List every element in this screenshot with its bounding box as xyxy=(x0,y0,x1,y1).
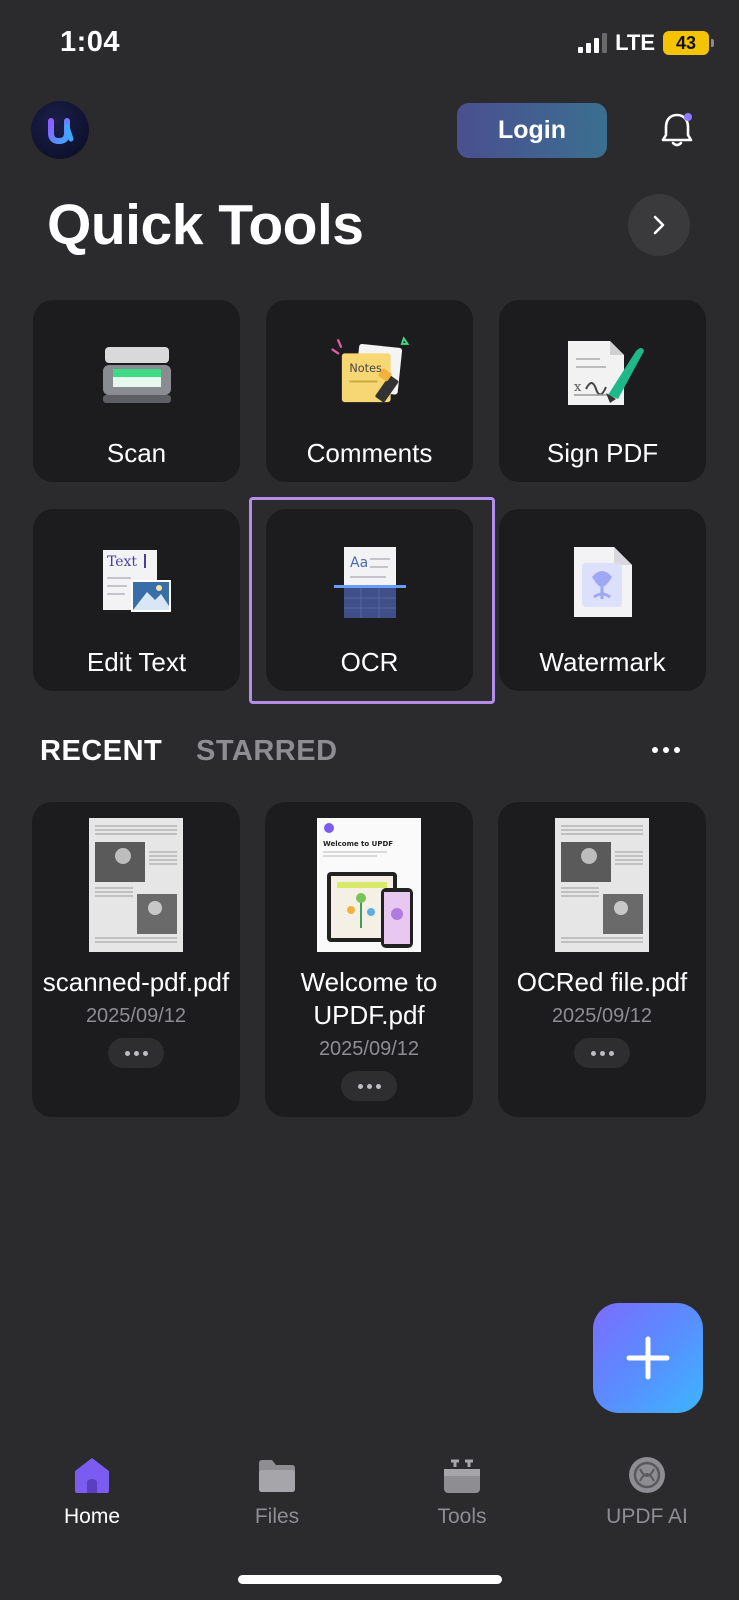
edit-text-icon-text: Text xyxy=(107,554,137,570)
tool-edit-text[interactable]: Text Edit Text xyxy=(33,509,240,691)
tool-sign-pdf[interactable]: x Sign PDF xyxy=(499,300,706,482)
recent-more-icon[interactable] xyxy=(652,740,682,760)
nav-label: Home xyxy=(63,1505,121,1528)
toolbox-icon xyxy=(444,1459,480,1493)
plus-icon xyxy=(626,1336,670,1380)
sticky-note-icon: Notes xyxy=(325,328,415,418)
signature-pen-icon: x xyxy=(558,328,648,418)
tab-recent[interactable]: RECENT xyxy=(40,735,162,768)
tool-comments[interactable]: Notes Comments xyxy=(266,300,473,482)
quick-tools-title: Quick Tools xyxy=(47,193,364,257)
file-thumbnail xyxy=(555,818,649,952)
file-name: Welcome to UPDF.pdf xyxy=(300,967,438,1030)
tool-label: Scan xyxy=(106,438,167,468)
home-icon xyxy=(75,1458,109,1493)
nav-tools[interactable]: Tools xyxy=(397,1455,527,1529)
file-more-icon[interactable] xyxy=(108,1038,164,1068)
quick-tools-more-button[interactable] xyxy=(628,194,690,256)
tool-scan[interactable]: Scan xyxy=(33,300,240,482)
network-label: LTE xyxy=(615,30,655,55)
nav-label: Files xyxy=(254,1505,300,1528)
file-card[interactable]: Welcome to UPDF Welcome to UPDF.pdf 2025… xyxy=(265,802,473,1117)
file-more-icon[interactable] xyxy=(341,1071,397,1101)
file-name: scanned-pdf.pdf xyxy=(42,967,230,997)
watermark-icon xyxy=(558,537,648,627)
tool-ocr[interactable]: Aa OCR xyxy=(266,509,473,691)
file-card[interactable]: scanned-pdf.pdf 2025/09/12 xyxy=(32,802,240,1117)
svg-text:x: x xyxy=(574,380,582,395)
tool-label: Watermark xyxy=(539,647,666,677)
updf-logo[interactable] xyxy=(31,101,89,159)
battery-icon: 43 xyxy=(663,31,714,55)
nav-updf-ai[interactable]: UPDF AI xyxy=(582,1455,712,1529)
tab-starred[interactable]: STARRED xyxy=(196,735,338,768)
nav-label: Tools xyxy=(437,1505,487,1528)
file-date: 2025/09/12 xyxy=(318,1038,420,1060)
notification-bell-icon[interactable] xyxy=(655,108,699,152)
nav-home[interactable]: Home xyxy=(27,1455,157,1529)
file-card[interactable]: OCRed file.pdf 2025/09/12 xyxy=(498,802,706,1117)
folder-icon xyxy=(259,1460,295,1492)
file-name: OCRed file.pdf xyxy=(516,967,688,997)
home-indicator[interactable] xyxy=(238,1575,502,1584)
file-thumbnail xyxy=(89,818,183,952)
tool-watermark[interactable]: Watermark xyxy=(499,509,706,691)
edit-text-icon: Text xyxy=(92,537,182,627)
ai-icon xyxy=(629,1457,665,1493)
tool-label: Edit Text xyxy=(86,647,187,677)
tool-label: Comments xyxy=(306,438,433,468)
thumbnail-title: Welcome to UPDF xyxy=(323,840,393,848)
signal-icon xyxy=(578,33,608,53)
ocr-icon-text: Aa xyxy=(350,555,368,571)
battery-level: 43 xyxy=(675,32,697,53)
nav-label: UPDF AI xyxy=(606,1505,688,1528)
nav-files[interactable]: Files xyxy=(212,1455,342,1529)
updf-logo-icon xyxy=(48,118,74,145)
file-date: 2025/09/12 xyxy=(85,1005,187,1027)
file-date: 2025/09/12 xyxy=(551,1005,653,1027)
file-thumbnail: Welcome to UPDF xyxy=(317,818,421,952)
ocr-icon: Aa xyxy=(325,537,415,627)
tool-label: Sign PDF xyxy=(546,438,659,468)
chevron-right-icon xyxy=(653,215,665,235)
comments-icon-note-text: Notes xyxy=(349,362,382,375)
file-more-icon[interactable] xyxy=(574,1038,630,1068)
scanner-icon xyxy=(92,328,182,418)
login-button[interactable]: Login xyxy=(457,103,607,158)
tool-label: OCR xyxy=(340,647,399,677)
add-button[interactable] xyxy=(593,1303,703,1413)
status-indicators: LTE 43 xyxy=(578,30,714,56)
status-time: 1:04 xyxy=(60,26,121,58)
